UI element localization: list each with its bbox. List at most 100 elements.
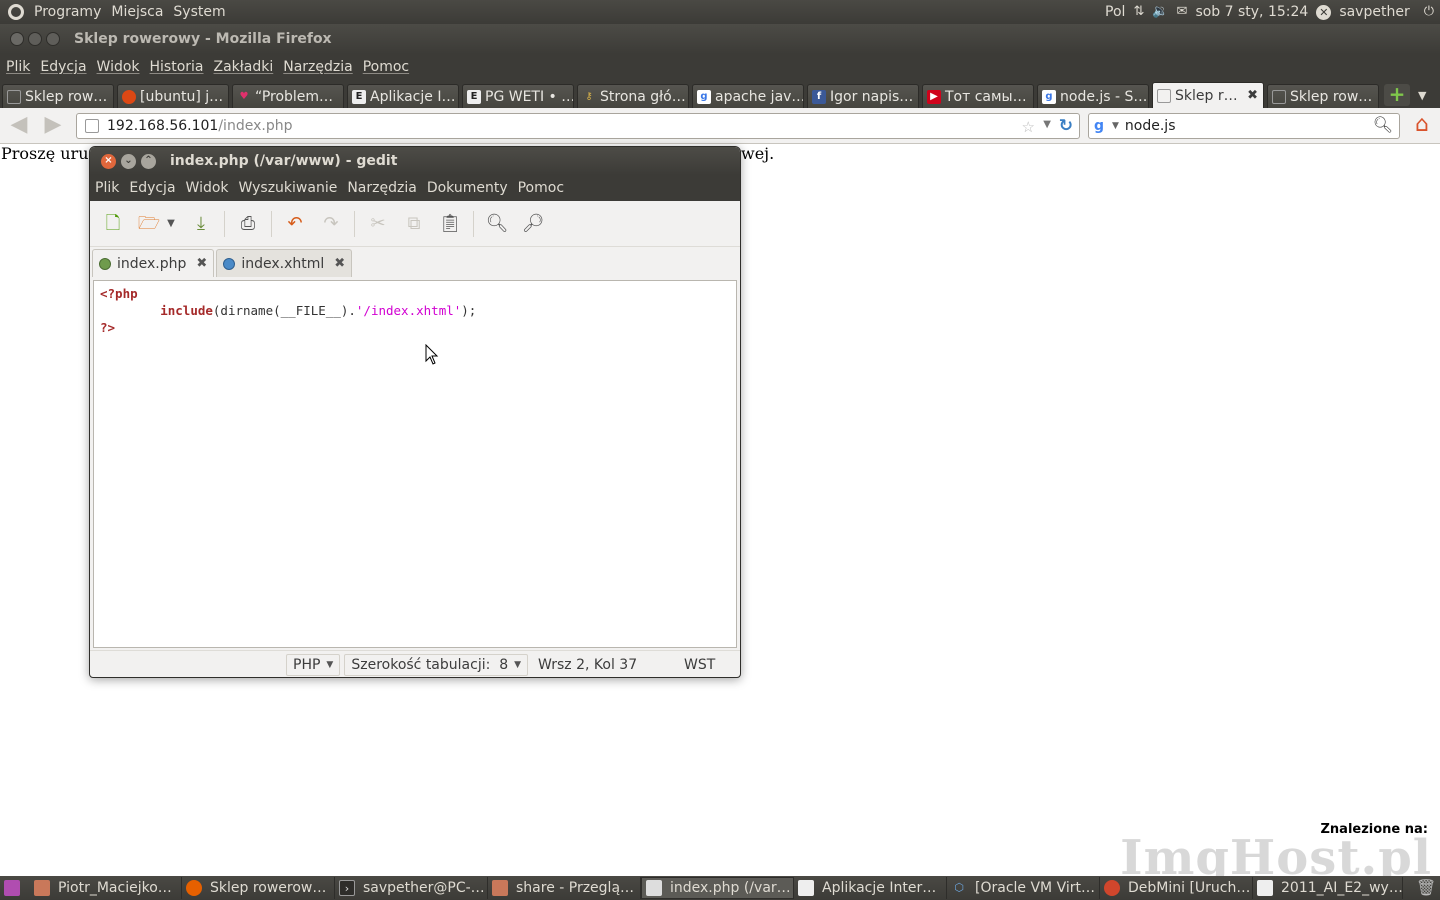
- browser-tab[interactable]: Sklep row…: [1267, 84, 1379, 108]
- taskbar-item[interactable]: share - Przeglą…: [488, 877, 641, 899]
- bookmark-star-icon[interactable]: ☆: [1022, 118, 1035, 136]
- taskbar-item[interactable]: Sklep rowerow…: [182, 877, 335, 899]
- open-folder-icon[interactable]: 🗁: [136, 211, 162, 237]
- window-maximize-button[interactable]: [46, 32, 60, 46]
- top-panel: Programy Miejsca System Pol ⇅ 🔉 ✉ sob 7 …: [0, 0, 1440, 24]
- copy-icon[interactable]: ⧉: [401, 211, 427, 237]
- menu-edit[interactable]: Edycja: [40, 59, 86, 75]
- browser-tab-active[interactable]: Sklep r… ✖: [1152, 82, 1264, 108]
- panel-menu-applications[interactable]: Programy: [34, 4, 101, 20]
- browser-tab[interactable]: g apache jav…: [692, 84, 804, 108]
- tab-close-icon[interactable]: ✖: [196, 256, 207, 271]
- search-bar[interactable]: g ▼ node.js 🔍︎: [1088, 113, 1400, 139]
- save-icon[interactable]: ⤓: [188, 211, 214, 237]
- menu-history[interactable]: Historia: [150, 59, 204, 75]
- print-icon[interactable]: ⎙: [235, 211, 261, 237]
- search-input-value[interactable]: node.js: [1125, 118, 1176, 134]
- user-name[interactable]: savpether: [1339, 4, 1409, 20]
- gedit-minimize-icon[interactable]: ⌄: [121, 153, 136, 169]
- browser-tab[interactable]: f Igor napis…: [807, 84, 919, 108]
- new-document-icon[interactable]: 🗋: [100, 211, 126, 237]
- clock[interactable]: sob 7 sty, 15:24: [1195, 4, 1308, 20]
- browser-tab[interactable]: ⚷ Strona głó…: [577, 84, 689, 108]
- taskbar-item[interactable]: Aplikacje Inter…: [794, 877, 947, 899]
- browser-tab[interactable]: E PG WETI • …: [462, 84, 574, 108]
- dropdown-arrow-icon: ▼: [514, 659, 522, 670]
- gedit-menu-search[interactable]: Wyszukiwanie: [239, 180, 338, 196]
- mail-icon[interactable]: ✉: [1177, 4, 1188, 20]
- browser-tab[interactable]: Sklep row…: [2, 84, 114, 108]
- gedit-tab-index-xhtml[interactable]: index.xhtml ✖: [216, 249, 353, 277]
- tab-close-icon[interactable]: ✖: [334, 256, 345, 271]
- undo-icon[interactable]: ↶: [282, 211, 308, 237]
- trash-icon[interactable]: 🗑︎: [1416, 878, 1436, 898]
- gedit-menu-edit[interactable]: Edycja: [129, 180, 175, 196]
- insert-mode: WST: [684, 656, 716, 673]
- gedit-menu-help[interactable]: Pomoc: [518, 180, 564, 196]
- gedit-close-icon[interactable]: ×: [101, 153, 116, 169]
- window-minimize-button[interactable]: [28, 32, 42, 46]
- find-replace-icon[interactable]: 🔎︎: [520, 211, 546, 237]
- keyboard-layout[interactable]: Pol: [1105, 4, 1125, 20]
- gedit-menu-view[interactable]: Widok: [186, 180, 229, 196]
- gedit-maximize-icon[interactable]: ⌃: [141, 153, 156, 169]
- gedit-tab-index-php[interactable]: index.php ✖: [92, 249, 215, 277]
- taskbar-item-active[interactable]: index.php (/var…: [641, 877, 794, 899]
- gedit-menu-documents[interactable]: Dokumenty: [427, 180, 508, 196]
- show-desktop-icon: [4, 880, 20, 896]
- search-engine-google-icon[interactable]: g: [1094, 118, 1110, 134]
- window-close-button[interactable]: [10, 32, 24, 46]
- browser-tab[interactable]: E Aplikacje I…: [347, 84, 459, 108]
- page-text-right: wej.: [741, 144, 775, 163]
- google-icon: g: [697, 89, 711, 104]
- menu-bookmarks[interactable]: Zakładki: [214, 59, 274, 75]
- tab-close-icon[interactable]: ✖: [1247, 88, 1258, 103]
- volume-icon[interactable]: 🔉: [1152, 4, 1168, 20]
- power-icon[interactable]: ⏻: [1424, 4, 1434, 20]
- home-icon[interactable]: ⌂: [1408, 112, 1436, 138]
- network-icon[interactable]: ⇅: [1133, 4, 1144, 20]
- browser-tab[interactable]: g node.js - S…: [1037, 84, 1149, 108]
- cursor-position: Wrsz 2, Kol 37: [538, 656, 638, 673]
- site-identity-icon[interactable]: [85, 119, 99, 133]
- taskbar-item[interactable]: ⬡ [Oracle VM Virt…: [947, 877, 1100, 899]
- cut-icon[interactable]: ✂: [365, 211, 391, 237]
- tab-list-arrow-icon[interactable]: ▼: [1418, 89, 1426, 102]
- gedit-menu-file[interactable]: Plik: [95, 180, 119, 196]
- url-history-dropdown-icon[interactable]: ▼: [1043, 119, 1051, 130]
- url-bar[interactable]: 192.168.56.101/index.php ☆ ▼ ↻: [76, 113, 1080, 139]
- show-desktop-button[interactable]: [0, 877, 30, 899]
- browser-tab[interactable]: ▶ Тот самы…: [922, 84, 1034, 108]
- menu-tools[interactable]: Narzędzia: [283, 59, 352, 75]
- reload-icon[interactable]: ↻: [1059, 116, 1073, 136]
- menu-file[interactable]: Plik: [6, 59, 30, 75]
- browser-tab[interactable]: [ubuntu] j…: [117, 84, 229, 108]
- taskbar-item[interactable]: › savpether@PC-…: [335, 877, 488, 899]
- browser-tab[interactable]: ♥ “Problem…: [232, 84, 344, 108]
- back-button[interactable]: ◀: [6, 114, 32, 138]
- language-selector[interactable]: PHP ▼: [286, 653, 341, 676]
- user-status-icon[interactable]: ✕: [1316, 4, 1332, 20]
- panel-menu-places[interactable]: Miejsca: [111, 4, 163, 20]
- document-icon: [798, 880, 814, 896]
- gedit-menu-tools[interactable]: Narzędzia: [347, 180, 416, 196]
- search-icon[interactable]: 🔍︎: [1373, 115, 1393, 134]
- menu-view[interactable]: Widok: [97, 59, 140, 75]
- menu-help[interactable]: Pomoc: [363, 59, 409, 75]
- taskbar-item[interactable]: 2011_AI_E2_wy…: [1253, 877, 1403, 899]
- tab-width-selector[interactable]: Szerokość tabulacji: 8 ▼: [344, 653, 529, 676]
- find-icon[interactable]: 🔍︎: [484, 211, 510, 237]
- new-tab-button[interactable]: +: [1384, 84, 1410, 106]
- taskbar-item[interactable]: Piotr_Maciejko…: [30, 877, 182, 899]
- redo-icon[interactable]: ↷: [318, 211, 344, 237]
- open-recent-dropdown-icon[interactable]: ▼: [164, 211, 178, 237]
- ubuntu-logo-icon[interactable]: [8, 4, 24, 20]
- panel-menu-system[interactable]: System: [173, 4, 225, 20]
- forward-button[interactable]: ▶: [40, 114, 66, 138]
- taskbar-item[interactable]: DebMini [Uruch…: [1100, 877, 1253, 899]
- code-editor[interactable]: <?php include(dirname(__FILE__).'/index.…: [93, 280, 737, 648]
- search-engine-dropdown-icon[interactable]: ▼: [1112, 121, 1119, 131]
- tab-strip: Sklep row… [ubuntu] j… ♥ “Problem… E Aplik…: [0, 80, 1440, 108]
- paste-icon[interactable]: 📋︎: [437, 211, 463, 237]
- url-path: /index.php: [218, 118, 293, 134]
